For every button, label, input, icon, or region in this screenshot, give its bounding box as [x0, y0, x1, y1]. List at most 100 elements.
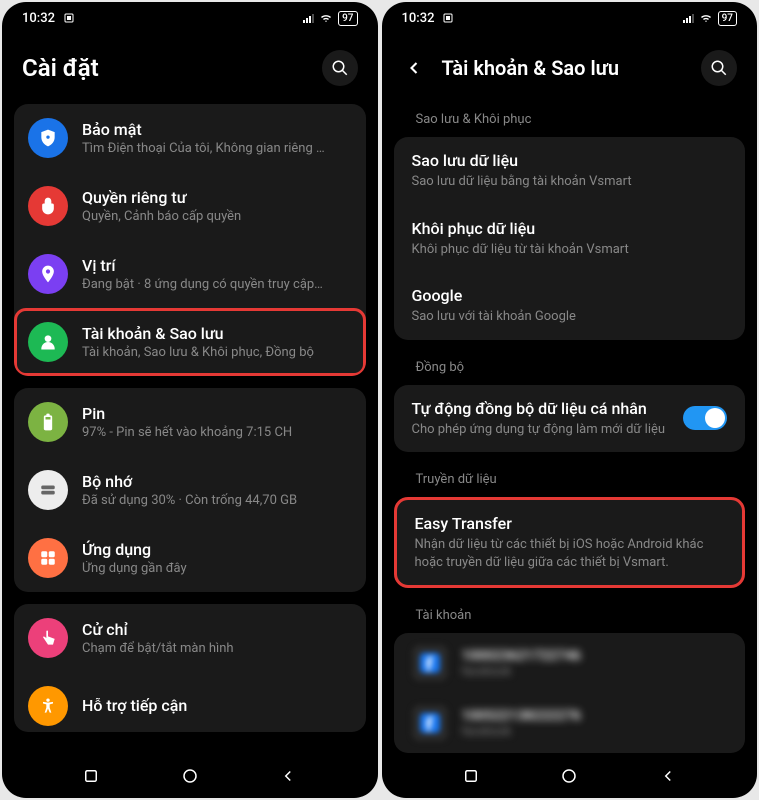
- header: Cài đặt: [2, 34, 378, 104]
- row-title: Tài khoản & Sao lưu: [82, 324, 352, 343]
- settings-group: Easy Transfer Nhận dữ liệu từ các thiết …: [394, 497, 746, 588]
- account-provider-icon: [412, 645, 448, 681]
- row-title: Sao lưu dữ liệu: [412, 151, 728, 170]
- row-subtitle: Quyền, Cảnh báo cấp quyền: [82, 209, 352, 224]
- nav-home-icon[interactable]: [560, 767, 578, 785]
- row-subtitle: Tài khoản, Sao lưu & Khôi phục, Đồng bộ: [82, 345, 352, 360]
- row-text: Tài khoản & Sao lưu Tài khoản, Sao lưu &…: [82, 324, 352, 360]
- screenshot-icon: [63, 12, 75, 24]
- phone-left: 10:32 97 Cài đặt Bảo mật Tìm Điện thoại …: [2, 2, 378, 798]
- row-subtitle: Nhận dữ liệu từ các thiết bị iOS hoặc An…: [415, 536, 725, 571]
- settings-list[interactable]: Bảo mật Tìm Điện thoại Của tôi, Không gi…: [2, 104, 378, 754]
- row-subtitle: 97% - Pin sẽ hết vào khoảng 7:15 CH: [82, 425, 352, 440]
- nav-recent-icon[interactable]: [462, 767, 480, 785]
- search-button[interactable]: [701, 50, 737, 86]
- section-header: Tài khoản: [394, 600, 746, 633]
- row-title: Hỗ trợ tiếp cận: [82, 696, 352, 715]
- section-header: Sao lưu & Khôi phục: [394, 104, 746, 137]
- settings-group: 100023621722746 facebook 100522138222276…: [394, 633, 746, 753]
- gesture-icon: [28, 618, 68, 658]
- settings-group: Tự động đồng bộ dữ liệu cá nhân Cho phép…: [394, 385, 746, 453]
- apps-icon: [28, 538, 68, 578]
- row-title: Pin: [82, 404, 352, 423]
- location-icon: [28, 254, 68, 294]
- wifi-icon: [700, 12, 712, 24]
- account-row[interactable]: 100522138222276 facebook: [394, 693, 746, 753]
- chevron-left-icon: [404, 58, 424, 78]
- hand-icon: [28, 186, 68, 226]
- settings-row[interactable]: Google Sao lưu với tài khoản Google: [394, 272, 746, 340]
- settings-row[interactable]: Sao lưu dữ liệu Sao lưu dữ liệu bằng tài…: [394, 137, 746, 205]
- settings-row-location[interactable]: Vị trí Đang bật · 8 ứng dụng có quyền tr…: [14, 240, 366, 308]
- row-subtitle: Sao lưu với tài khoản Google: [412, 308, 728, 326]
- row-text: Hỗ trợ tiếp cận: [82, 696, 352, 717]
- account-name: 100522138222276: [462, 708, 581, 724]
- settings-row-shield[interactable]: Bảo mật Tìm Điện thoại Của tôi, Không gi…: [14, 104, 366, 172]
- search-icon: [331, 59, 349, 77]
- row-subtitle: Đã sử dụng 30% · Còn trống 44,70 GB: [82, 493, 352, 508]
- battery-icon: 97: [718, 11, 737, 26]
- account-provider: facebook: [462, 724, 581, 738]
- row-text: Bảo mật Tìm Điện thoại Của tôi, Không gi…: [82, 120, 352, 156]
- settings-row[interactable]: Tự động đồng bộ dữ liệu cá nhân Cho phép…: [394, 385, 746, 453]
- row-title: Bộ nhớ: [82, 472, 352, 491]
- settings-row-storage[interactable]: Bộ nhớ Đã sử dụng 30% · Còn trống 44,70 …: [14, 456, 366, 524]
- row-title: Khôi phục dữ liệu: [412, 219, 728, 238]
- row-subtitle: Khôi phục dữ liệu từ tài khoản Vsmart: [412, 241, 728, 259]
- row-text: Google Sao lưu với tài khoản Google: [412, 286, 728, 326]
- settings-group: Pin 97% - Pin sẽ hết vào khoảng 7:15 CH …: [14, 388, 366, 592]
- phone-right: 10:32 97 Tài khoản & Sao lưu Sao lưu & K…: [382, 2, 758, 798]
- settings-row[interactable]: Easy Transfer Nhận dữ liệu từ các thiết …: [397, 500, 743, 585]
- settings-row[interactable]: Khôi phục dữ liệu Khôi phục dữ liệu từ t…: [394, 205, 746, 273]
- row-title: Tự động đồng bộ dữ liệu cá nhân: [412, 399, 672, 418]
- settings-row-apps[interactable]: Ứng dụng Ứng dụng gần đây: [14, 524, 366, 592]
- settings-row-battery[interactable]: Pin 97% - Pin sẽ hết vào khoảng 7:15 CH: [14, 388, 366, 456]
- search-icon: [710, 59, 728, 77]
- row-text: Cử chỉ Chạm để bật/tắt màn hình: [82, 620, 352, 656]
- account-name: 100023621722746: [462, 648, 581, 664]
- toggle-switch[interactable]: [683, 406, 727, 430]
- row-text: Bộ nhớ Đã sử dụng 30% · Còn trống 44,70 …: [82, 472, 352, 508]
- search-button[interactable]: [322, 50, 358, 86]
- wifi-icon: [320, 12, 332, 24]
- row-text: Sao lưu dữ liệu Sao lưu dữ liệu bằng tài…: [412, 151, 728, 191]
- status-time: 10:32: [22, 11, 55, 26]
- nav-recent-icon[interactable]: [82, 767, 100, 785]
- signal-icon: [683, 13, 694, 23]
- access-icon: [28, 686, 68, 726]
- android-navbar: [2, 754, 378, 798]
- account-provider-icon: [412, 705, 448, 741]
- settings-row-access[interactable]: Hỗ trợ tiếp cận: [14, 672, 366, 732]
- row-subtitle: Chạm để bật/tắt màn hình: [82, 641, 352, 656]
- row-subtitle: Cho phép ứng dụng tự động làm mới dữ liệ…: [412, 421, 672, 439]
- back-button[interactable]: [402, 56, 426, 80]
- page-title: Cài đặt: [22, 54, 306, 82]
- row-text: Pin 97% - Pin sẽ hết vào khoảng 7:15 CH: [82, 404, 352, 440]
- row-text: Khôi phục dữ liệu Khôi phục dữ liệu từ t…: [412, 219, 728, 259]
- shield-icon: [28, 118, 68, 158]
- header: Tài khoản & Sao lưu: [382, 34, 758, 104]
- page-title: Tài khoản & Sao lưu: [442, 56, 686, 80]
- battery-icon: [28, 402, 68, 442]
- nav-home-icon[interactable]: [181, 767, 199, 785]
- nav-back-icon[interactable]: [279, 767, 297, 785]
- signal-icon: [303, 13, 314, 23]
- status-time: 10:32: [402, 11, 435, 26]
- account-row[interactable]: 100023621722746 facebook: [394, 633, 746, 693]
- row-subtitle: Sao lưu dữ liệu bằng tài khoản Vsmart: [412, 173, 728, 191]
- settings-row-gesture[interactable]: Cử chỉ Chạm để bật/tắt màn hình: [14, 604, 366, 672]
- section-header: Đồng bộ: [394, 352, 746, 385]
- account-backup-list[interactable]: Sao lưu & Khôi phục Sao lưu dữ liệu Sao …: [382, 104, 758, 754]
- nav-back-icon[interactable]: [659, 767, 677, 785]
- row-text: Tự động đồng bộ dữ liệu cá nhân Cho phép…: [412, 399, 672, 439]
- account-provider: facebook: [462, 664, 581, 678]
- row-title: Cử chỉ: [82, 620, 352, 639]
- screenshot-icon: [442, 12, 454, 24]
- row-title: Vị trí: [82, 256, 352, 275]
- row-title: Bảo mật: [82, 120, 352, 139]
- settings-row-hand[interactable]: Quyền riêng tư Quyền, Cảnh báo cấp quyền: [14, 172, 366, 240]
- statusbar: 10:32 97: [2, 2, 378, 34]
- settings-group: Sao lưu dữ liệu Sao lưu dữ liệu bằng tài…: [394, 137, 746, 340]
- user-icon: [28, 322, 68, 362]
- settings-row-user[interactable]: Tài khoản & Sao lưu Tài khoản, Sao lưu &…: [14, 308, 366, 376]
